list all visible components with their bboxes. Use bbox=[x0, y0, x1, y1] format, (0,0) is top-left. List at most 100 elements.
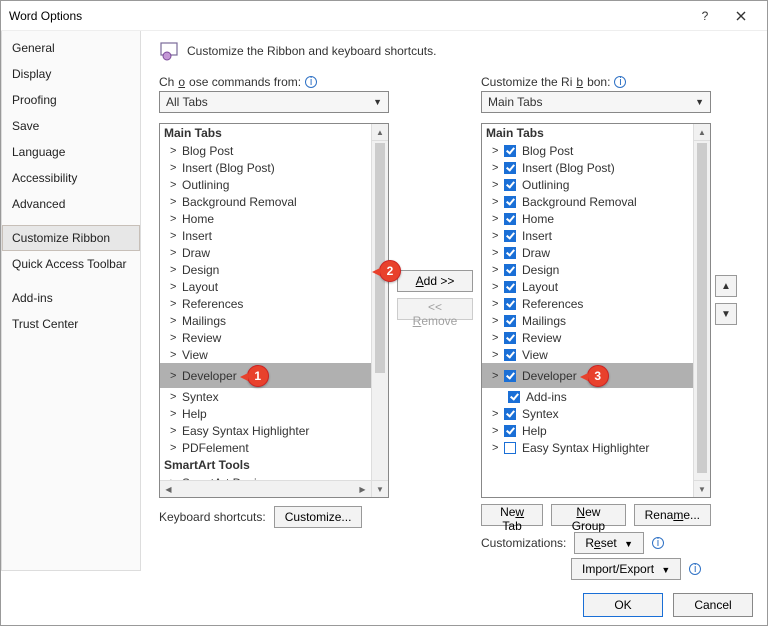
checkbox[interactable] bbox=[504, 370, 516, 382]
ribbon-item-insert-blog-post-[interactable]: >Insert (Blog Post) bbox=[482, 159, 693, 176]
new-group-button[interactable]: New Group bbox=[551, 504, 625, 526]
list-item-mailings[interactable]: >Mailings bbox=[160, 312, 371, 329]
sidebar-item-advanced[interactable]: Advanced bbox=[2, 191, 140, 217]
scrollbar-horizontal[interactable]: ◀▶ bbox=[160, 480, 371, 497]
list-item-design[interactable]: >Design bbox=[160, 261, 371, 278]
checkbox[interactable] bbox=[504, 247, 516, 259]
ribbon-item-references[interactable]: >References bbox=[482, 295, 693, 312]
checkbox[interactable] bbox=[504, 213, 516, 225]
chevron-down-icon: ▼ bbox=[373, 97, 382, 107]
info-icon[interactable]: i bbox=[689, 563, 701, 575]
customize-shortcuts-button[interactable]: Customize... bbox=[274, 506, 363, 528]
close-icon bbox=[736, 11, 746, 21]
checkbox[interactable] bbox=[504, 281, 516, 293]
cancel-button[interactable]: Cancel bbox=[673, 593, 753, 617]
choose-commands-combo[interactable]: All Tabs▼ bbox=[159, 91, 389, 113]
list-item-developer[interactable]: >Developer1 bbox=[160, 363, 371, 388]
ribbon-column: Customize the Ribbon: i Main Tabs▼ Main … bbox=[481, 75, 711, 580]
remove-button[interactable]: << Remove bbox=[397, 298, 473, 320]
sidebar-item-general[interactable]: General bbox=[2, 35, 140, 61]
options-sidebar: GeneralDisplayProofingSaveLanguageAccess… bbox=[1, 31, 141, 571]
checkbox[interactable] bbox=[504, 442, 516, 454]
list-item-references[interactable]: >References bbox=[160, 295, 371, 312]
help-button[interactable]: ? bbox=[687, 1, 723, 31]
checkbox[interactable] bbox=[504, 162, 516, 174]
import-export-button[interactable]: Import/Export ▼ bbox=[571, 558, 681, 580]
callout-badge-3: 3 bbox=[587, 365, 609, 387]
list-item-review[interactable]: >Review bbox=[160, 329, 371, 346]
list-item-pdfelement[interactable]: >PDFelement bbox=[160, 439, 371, 456]
checkbox[interactable] bbox=[504, 332, 516, 344]
list-section-header: Main Tabs bbox=[160, 124, 371, 142]
checkbox[interactable] bbox=[504, 349, 516, 361]
move-up-button[interactable]: ▲ bbox=[715, 275, 737, 297]
ribbon-item-home[interactable]: >Home bbox=[482, 210, 693, 227]
checkbox[interactable] bbox=[504, 230, 516, 242]
transfer-buttons: 2 Add >> << Remove bbox=[397, 75, 473, 320]
ribbon-item-insert[interactable]: >Insert bbox=[482, 227, 693, 244]
sidebar-item-customize-ribbon[interactable]: Customize Ribbon bbox=[2, 225, 140, 251]
ribbon-item-developer[interactable]: >Developer3 bbox=[482, 363, 693, 388]
sidebar-item-language[interactable]: Language bbox=[2, 139, 140, 165]
sidebar-item-add-ins[interactable]: Add-ins bbox=[2, 285, 140, 311]
list-item-outlining[interactable]: >Outlining bbox=[160, 176, 371, 193]
list-item-layout[interactable]: >Layout bbox=[160, 278, 371, 295]
checkbox[interactable] bbox=[504, 425, 516, 437]
list-item-background-removal[interactable]: >Background Removal bbox=[160, 193, 371, 210]
customize-ribbon-combo[interactable]: Main Tabs▼ bbox=[481, 91, 711, 113]
rename-button[interactable]: Rename... bbox=[634, 504, 711, 526]
commands-listbox[interactable]: Main Tabs>Blog Post>Insert (Blog Post)>O… bbox=[159, 123, 389, 498]
list-item-insert[interactable]: >Insert bbox=[160, 227, 371, 244]
ribbon-item-review[interactable]: >Review bbox=[482, 329, 693, 346]
ribbon-item-outlining[interactable]: >Outlining bbox=[482, 176, 693, 193]
move-down-button[interactable]: ▼ bbox=[715, 303, 737, 325]
checkbox[interactable] bbox=[504, 196, 516, 208]
scrollbar-vertical[interactable]: ▲ ▼ bbox=[371, 124, 388, 497]
list-item-draw[interactable]: >Draw bbox=[160, 244, 371, 261]
scrollbar-vertical[interactable]: ▲ ▼ bbox=[693, 124, 710, 497]
sidebar-item-accessibility[interactable]: Accessibility bbox=[2, 165, 140, 191]
ribbon-item-layout[interactable]: >Layout bbox=[482, 278, 693, 295]
ribbon-item-design[interactable]: >Design bbox=[482, 261, 693, 278]
ribbon-item-syntex[interactable]: >Syntex bbox=[482, 405, 693, 422]
list-item-home[interactable]: >Home bbox=[160, 210, 371, 227]
sidebar-item-proofing[interactable]: Proofing bbox=[2, 87, 140, 113]
sidebar-item-trust-center[interactable]: Trust Center bbox=[2, 311, 140, 337]
reset-button[interactable]: Reset ▼ bbox=[574, 532, 644, 554]
sidebar-item-display[interactable]: Display bbox=[2, 61, 140, 87]
checkbox[interactable] bbox=[504, 315, 516, 327]
list-item-blog-post[interactable]: >Blog Post bbox=[160, 142, 371, 159]
info-icon[interactable]: i bbox=[652, 537, 664, 549]
checkbox[interactable] bbox=[504, 179, 516, 191]
list-item-syntex[interactable]: >Syntex bbox=[160, 388, 371, 405]
keyboard-shortcuts-label: Keyboard shortcuts: bbox=[159, 510, 266, 524]
info-icon[interactable]: i bbox=[614, 76, 626, 88]
list-item-help[interactable]: >Help bbox=[160, 405, 371, 422]
ribbon-item-add-ins[interactable]: Add-ins bbox=[482, 388, 693, 405]
page-title: Customize the Ribbon and keyboard shortc… bbox=[187, 44, 436, 58]
list-item-easy-syntax-highlighter[interactable]: >Easy Syntax Highlighter bbox=[160, 422, 371, 439]
ribbon-item-draw[interactable]: >Draw bbox=[482, 244, 693, 261]
ribbon-listbox[interactable]: Main Tabs>Blog Post>Insert (Blog Post)>O… bbox=[481, 123, 711, 498]
ribbon-item-mailings[interactable]: >Mailings bbox=[482, 312, 693, 329]
list-item-view[interactable]: >View bbox=[160, 346, 371, 363]
ribbon-item-blog-post[interactable]: >Blog Post bbox=[482, 142, 693, 159]
list-section-header: Main Tabs bbox=[482, 124, 693, 142]
ribbon-item-help[interactable]: >Help bbox=[482, 422, 693, 439]
add-button[interactable]: Add >> bbox=[397, 270, 473, 292]
ribbon-item-easy-syntax-highlighter[interactable]: >Easy Syntax Highlighter bbox=[482, 439, 693, 456]
checkbox[interactable] bbox=[504, 264, 516, 276]
info-icon[interactable]: i bbox=[305, 76, 317, 88]
ribbon-item-background-removal[interactable]: >Background Removal bbox=[482, 193, 693, 210]
checkbox[interactable] bbox=[508, 391, 520, 403]
ribbon-item-view[interactable]: >View bbox=[482, 346, 693, 363]
ok-button[interactable]: OK bbox=[583, 593, 663, 617]
checkbox[interactable] bbox=[504, 145, 516, 157]
sidebar-item-save[interactable]: Save bbox=[2, 113, 140, 139]
checkbox[interactable] bbox=[504, 408, 516, 420]
sidebar-item-quick-access-toolbar[interactable]: Quick Access Toolbar bbox=[2, 251, 140, 277]
close-button[interactable] bbox=[723, 1, 759, 31]
checkbox[interactable] bbox=[504, 298, 516, 310]
new-tab-button[interactable]: New Tab bbox=[481, 504, 543, 526]
list-item-insert-blog-post-[interactable]: >Insert (Blog Post) bbox=[160, 159, 371, 176]
